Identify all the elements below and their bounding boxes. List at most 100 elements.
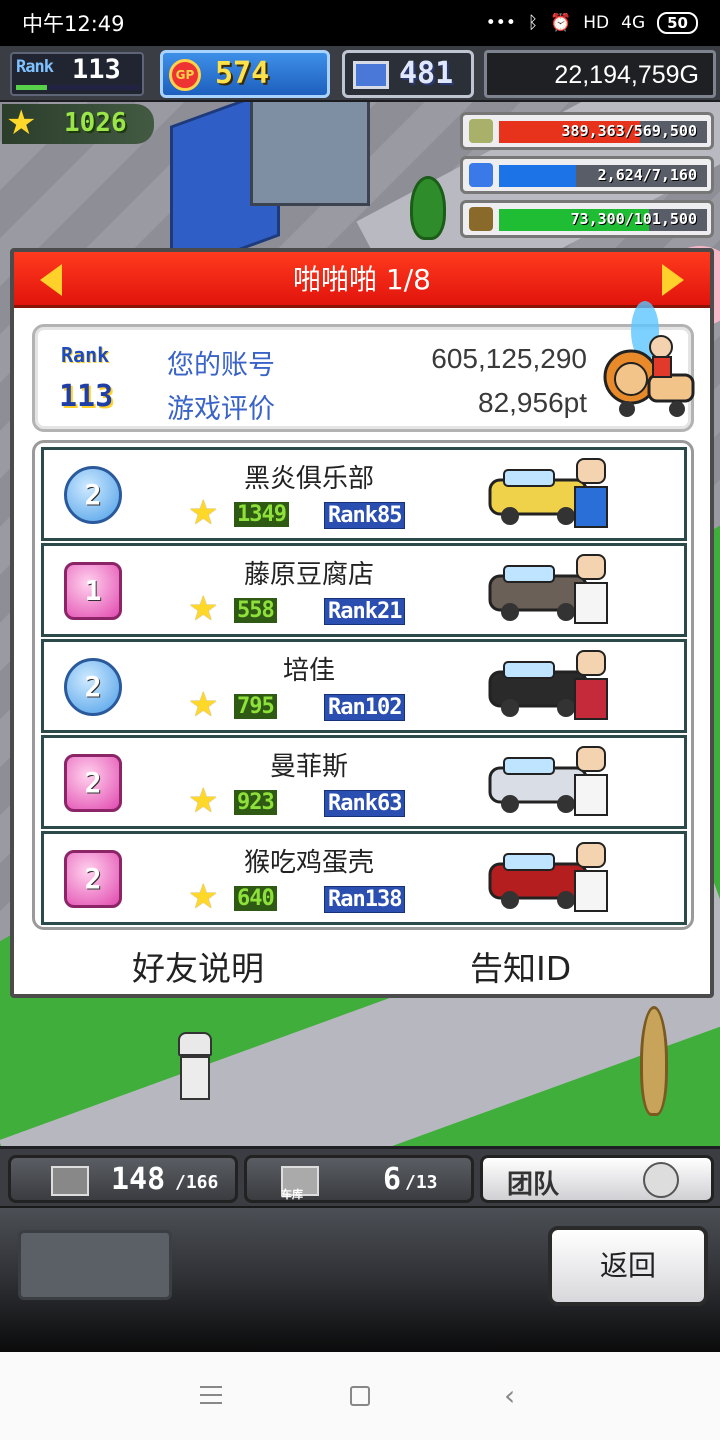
friend-name: 黑炎俱乐部: [243, 464, 374, 494]
worker-character: [178, 1032, 212, 1104]
tab-garage[interactable]: 车库 6 /13: [244, 1155, 474, 1203]
friend-row[interactable]: 2 黑炎俱乐部 ★ 1349 Rank85: [41, 447, 687, 541]
star-icon: ★: [188, 493, 219, 533]
star-icon: ★: [188, 781, 219, 821]
friend-rank: Ran138: [324, 886, 406, 913]
lion-car-mascot-icon: [603, 301, 695, 417]
friend-level-badge: 2: [64, 754, 122, 812]
gp-counter[interactable]: GP 574: [160, 50, 330, 98]
battery-icon: 50: [657, 12, 698, 34]
friend-rank: Ran102: [324, 694, 406, 721]
friend-row[interactable]: 2 培佳 ★ 795 Ran102: [41, 639, 687, 733]
empty-slot: [18, 1230, 172, 1300]
friend-stars: 795: [234, 694, 277, 719]
friend-row[interactable]: 2 曼菲斯 ★ 923 Rank63: [41, 735, 687, 829]
share-id-link[interactable]: 告知ID: [470, 942, 571, 990]
friend-level-badge: 2: [64, 466, 122, 524]
garage-count: 6: [383, 1162, 402, 1197]
bottle-icon: [469, 163, 493, 187]
signal-icon: 4G: [621, 13, 646, 33]
star-count-value: 1026: [64, 108, 127, 138]
facility-count: 148: [111, 1162, 166, 1197]
friend-driver-avatar: [572, 650, 610, 728]
facility-max: /166: [175, 1172, 219, 1193]
pc-counter[interactable]: 481: [342, 50, 474, 98]
friend-help-link[interactable]: 好友说明: [132, 942, 264, 990]
money-display: 22,194,759G: [484, 50, 716, 98]
friend-name: 曼菲斯: [269, 752, 348, 782]
clock: 中午12:49: [22, 12, 125, 36]
friend-driver-avatar: [572, 554, 610, 632]
team-member-avatar-icon: [643, 1162, 679, 1198]
tab-facilities[interactable]: 148 /166: [8, 1155, 238, 1203]
back-button[interactable]: 返回: [548, 1226, 708, 1306]
rating-value: 82,956pt: [478, 387, 587, 418]
status-bar: 中午12:49 ••• ᛒ ⏰ HD 4G 50: [0, 0, 720, 46]
rank-value: 113: [72, 54, 121, 85]
hd-icon: HD: [583, 13, 610, 33]
home-icon[interactable]: [350, 1386, 370, 1406]
palm-tree: [640, 1006, 668, 1116]
account-summary: Rank 113 您的账号 游戏评价 605,125,290 82,956pt: [32, 301, 695, 432]
rating-label: 游戏评价: [167, 394, 275, 425]
leaf-icon: [469, 207, 493, 231]
computer-icon: [353, 61, 389, 89]
account-label: 您的账号: [167, 350, 275, 381]
friend-rank: Rank63: [324, 790, 406, 817]
resource-bar: 73,300/101,500: [460, 200, 714, 238]
top-hud: Rank 113 GP 574 481 22,194,759G: [0, 46, 720, 102]
account-rank-value: 113: [59, 379, 114, 414]
pc-value: 481: [399, 56, 454, 91]
star-icon: ★: [188, 877, 219, 917]
alarm-icon: ⏰: [550, 13, 572, 33]
dialog-links: 好友说明 告知ID: [14, 942, 710, 992]
gp-coin-icon: GP: [169, 59, 201, 91]
garage-max: /13: [405, 1172, 438, 1193]
friend-row[interactable]: 1 藤原豆腐店 ★ 558 Rank21: [41, 543, 687, 637]
friend-level-badge: 2: [64, 850, 122, 908]
tab-team[interactable]: 团队: [480, 1155, 714, 1203]
resource-bar: 389,363/569,500: [460, 112, 714, 150]
star-icon: ★: [188, 589, 219, 629]
star-icon: ★: [188, 685, 219, 725]
system-nav-bar: ‹: [0, 1352, 720, 1440]
friend-name: 猴吃鸡蛋壳: [243, 848, 374, 878]
friend-driver-avatar: [572, 746, 610, 824]
menu-icon[interactable]: [200, 1386, 222, 1404]
garage-label: 车库: [281, 1188, 303, 1201]
crate-icon: [51, 1166, 89, 1196]
coins-icon: [469, 119, 493, 143]
building-garage: [250, 96, 370, 206]
star-counter: ★ 1026: [2, 104, 154, 144]
tree: [410, 176, 446, 240]
player-rank[interactable]: Rank 113: [10, 52, 144, 96]
friend-driver-avatar: [572, 458, 610, 536]
friend-level-badge: 1: [64, 562, 122, 620]
more-dots-icon: •••: [485, 13, 516, 33]
friend-name: 藤原豆腐店: [243, 560, 374, 590]
bluetooth-icon: ᛒ: [527, 13, 539, 33]
friend-driver-avatar: [572, 842, 610, 920]
team-label: 团队: [507, 1170, 560, 1200]
rank-progress-bar: [16, 85, 140, 90]
gp-value: 574: [215, 56, 270, 91]
status-icons: ••• ᛒ ⏰ HD 4G 50: [486, 12, 698, 34]
resource-fill: [499, 165, 576, 187]
friends-dialog: 啪啪啪 1/8 Rank 113 您的账号 游戏评价 605,125,290 8…: [10, 248, 714, 998]
resource-track: 73,300/101,500: [499, 209, 707, 231]
friend-stars: 558: [234, 598, 277, 623]
star-icon: ★: [6, 103, 37, 143]
resource-text: 73,300/101,500: [570, 210, 697, 228]
friend-stars: 1349: [234, 502, 289, 527]
bottom-tab-bar: 148 /166 车库 6 /13 团队: [0, 1146, 720, 1206]
account-value: 605,125,290: [431, 343, 587, 374]
friend-rank: Rank21: [324, 598, 406, 625]
account-rank-label: Rank: [61, 343, 110, 367]
resource-text: 389,363/569,500: [561, 122, 697, 140]
friend-stars: 640: [234, 886, 277, 911]
friend-row[interactable]: 2 猴吃鸡蛋壳 ★ 640 Ran138: [41, 831, 687, 925]
friend-rank: Rank85: [324, 502, 406, 529]
friend-name: 培佳: [282, 656, 335, 686]
back-icon[interactable]: ‹: [504, 1382, 515, 1410]
friend-list: 2 黑炎俱乐部 ★ 1349 Rank85 1 藤原豆腐店 ★ 558 Rank21 2 培佳 ★ 795…: [32, 440, 694, 930]
